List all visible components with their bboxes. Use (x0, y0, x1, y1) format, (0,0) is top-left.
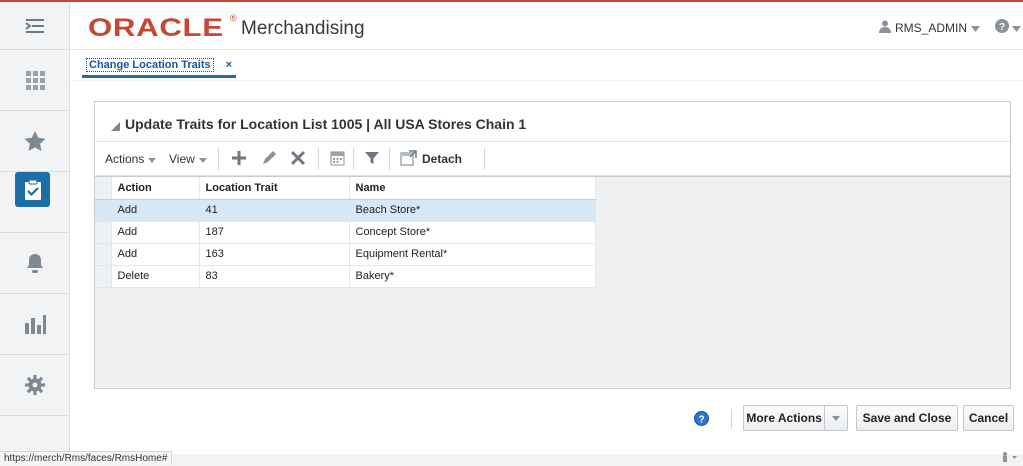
footer-divider (731, 409, 732, 429)
traits-table: Action Location Trait Name Add 41 Beach … (95, 177, 596, 288)
table-header-row: Action Location Trait Name (95, 177, 596, 200)
edit-button[interactable] (261, 142, 277, 176)
oracle-logo: ORACLE (88, 14, 224, 42)
delete-button[interactable] (290, 142, 306, 176)
tab-label: Change Location Traits (86, 57, 214, 72)
delete-icon (290, 150, 306, 169)
cell-name: Beach Store* (349, 199, 596, 222)
detach-label: Detach (422, 152, 463, 166)
toolbar-divider (218, 148, 219, 170)
row-selector[interactable] (95, 199, 112, 222)
detach-button[interactable]: Detach (400, 142, 462, 176)
settings-button[interactable] (0, 355, 70, 416)
toolbar-divider (484, 148, 485, 170)
table-row[interactable]: Add 187 Concept Store* (95, 221, 596, 244)
column-header-action[interactable]: Action (111, 177, 200, 200)
chevron-down-icon (148, 152, 157, 166)
reports-button[interactable] (0, 294, 70, 355)
table-row[interactable]: Add 163 Equipment Rental* (95, 243, 596, 266)
actions-menu[interactable]: Actions (105, 142, 157, 176)
filter-button[interactable] (365, 142, 379, 176)
chevron-down-icon (1012, 21, 1021, 35)
user-icon (879, 20, 891, 36)
bar-chart-icon (24, 314, 46, 334)
cell-location-trait: 163 (199, 243, 350, 266)
left-rail (0, 2, 70, 466)
cell-name: Bakery* (349, 265, 596, 288)
add-icon (231, 150, 247, 169)
cell-action: Add (111, 243, 200, 266)
registered-mark: ® (230, 13, 237, 23)
app-header: ORACLE ® Merchandising RMS_ADMIN ? (71, 2, 1023, 50)
table-row[interactable]: Delete 83 Bakery* (95, 265, 596, 288)
panel-header: Update Traits for Location List 1005 | A… (95, 102, 1010, 142)
cell-action: Add (111, 199, 200, 222)
cell-location-trait: 187 (199, 221, 350, 244)
freeze-button[interactable] (330, 142, 345, 176)
status-bar: https://merch/Rms/faces/RmsHome# (0, 451, 1023, 466)
page-help-icon[interactable]: ? (694, 411, 709, 429)
toolbar-divider (318, 148, 319, 170)
tab-bar: Change Location Traits × (71, 51, 1023, 81)
home-grid-button[interactable] (0, 50, 70, 111)
calendar-icon (330, 150, 345, 169)
clipboard-check-icon (24, 179, 42, 201)
column-header-location-trait[interactable]: Location Trait (199, 177, 350, 200)
close-tab-icon[interactable]: × (226, 59, 232, 71)
save-and-close-button[interactable]: Save and Close (856, 405, 958, 431)
gear-icon (24, 374, 46, 396)
tab-change-location-traits[interactable]: Change Location Traits × (82, 54, 237, 78)
filter-icon (365, 151, 379, 168)
cell-action: Add (111, 221, 200, 244)
cell-action: Delete (111, 265, 200, 288)
table-toolbar: Actions View Detach (95, 142, 1010, 176)
user-name: RMS_ADMIN (895, 21, 968, 35)
toolbar-divider (353, 148, 354, 170)
help-menu[interactable]: ? (995, 19, 1021, 36)
row-selector[interactable] (95, 265, 112, 288)
toolbar-divider (389, 148, 390, 170)
chevron-down-icon (971, 21, 981, 35)
svg-text:?: ? (999, 22, 1005, 33)
tasks-menu-button[interactable] (0, 2, 70, 50)
view-menu[interactable]: View (169, 142, 207, 176)
chevron-down-icon (198, 152, 207, 166)
tasks-button[interactable] (0, 172, 70, 233)
panel-title: Update Traits for Location List 1005 | A… (125, 116, 527, 132)
column-header-name[interactable]: Name (349, 177, 596, 200)
cell-name: Equipment Rental* (349, 243, 596, 266)
detach-icon (400, 149, 417, 169)
more-actions-label: More Actions (744, 406, 826, 430)
table-row[interactable]: Add 41 Beach Store* (95, 199, 596, 222)
star-icon (23, 130, 47, 152)
bell-icon (25, 252, 45, 274)
grid-icon (24, 69, 46, 91)
actions-label: Actions (105, 152, 145, 166)
cell-location-trait: 41 (199, 199, 350, 222)
more-actions-button[interactable]: More Actions (743, 405, 848, 431)
help-icon: ? (995, 19, 1009, 36)
tasks-active-indicator (15, 172, 50, 207)
add-button[interactable] (231, 142, 247, 176)
svg-text:?: ? (698, 415, 704, 426)
status-url: https://merch/Rms/faces/RmsHome# (0, 451, 173, 465)
edit-icon (261, 150, 277, 169)
tasks-menu-icon (24, 17, 46, 35)
traits-grid: Action Location Trait Name Add 41 Beach … (95, 176, 1010, 388)
chevron-down-icon (825, 415, 847, 421)
collapse-panel-icon[interactable] (111, 120, 120, 134)
row-selector[interactable] (95, 243, 112, 266)
app-name: Merchandising (241, 18, 365, 39)
view-label: View (169, 152, 195, 166)
cancel-button[interactable]: Cancel (963, 405, 1014, 431)
accessibility-icon[interactable] (1000, 451, 1018, 466)
traits-panel: Update Traits for Location List 1005 | A… (94, 101, 1011, 389)
cell-location-trait: 83 (199, 265, 350, 288)
row-selector[interactable] (95, 221, 112, 244)
user-menu[interactable]: RMS_ADMIN (879, 20, 981, 36)
cell-name: Concept Store* (349, 221, 596, 244)
row-selector-header (95, 177, 112, 200)
favorites-button[interactable] (0, 111, 70, 172)
notifications-button[interactable] (0, 233, 70, 294)
